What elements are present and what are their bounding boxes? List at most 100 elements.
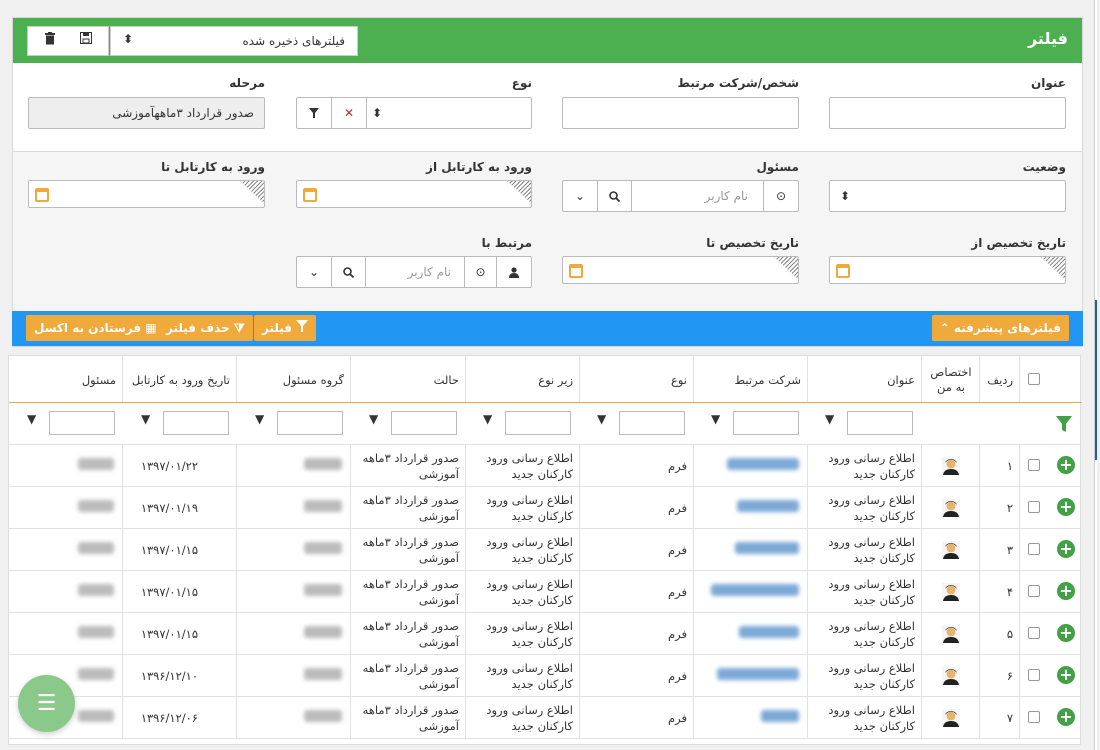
title-cell[interactable]: اطلاع رسانی ورود کارکنان جدید <box>807 487 921 529</box>
filter-type-input[interactable] <box>619 411 685 435</box>
select-all-checkbox[interactable] <box>1028 373 1040 385</box>
company-cell[interactable] <box>693 529 807 571</box>
row-checkbox[interactable] <box>1028 459 1040 471</box>
company-cell[interactable] <box>693 613 807 655</box>
funnel-icon[interactable]: ▼ <box>483 412 492 426</box>
company-cell[interactable] <box>693 445 807 487</box>
sort-arrows-icon: ⬍ <box>371 106 383 120</box>
table-row[interactable]: +۲ اطلاع رسانی ورود کارکنان جدید فرم اطلاع ر… <box>9 487 1082 529</box>
export-excel-button[interactable]: فرستادن به اکسل ▦ <box>26 315 165 341</box>
type-select[interactable]: ✕ ⬍ <box>296 97 532 129</box>
assign-from-date[interactable] <box>829 256 1066 284</box>
cartable-from-date[interactable] <box>296 180 532 208</box>
funnel-icon[interactable]: ▼ <box>255 412 264 426</box>
row-checkbox[interactable] <box>1028 501 1040 513</box>
company-cell[interactable] <box>693 655 807 697</box>
table-row[interactable]: +۳ اطلاع رسانی ورود کارکنان جدید فرم اطلاع ر… <box>9 529 1082 571</box>
funnel-icon[interactable]: ▼ <box>711 412 720 426</box>
title-cell[interactable]: اطلاع رسانی ورود کارکنان جدید <box>807 529 921 571</box>
remove-filter-button[interactable]: حذف فیلتر ⧩ <box>158 315 253 341</box>
company-cell[interactable] <box>693 697 807 739</box>
menu-fab[interactable]: ☰ <box>18 675 75 732</box>
filter-subtype-input[interactable] <box>505 411 571 435</box>
saved-filters-select[interactable]: فیلترهای ذخیره شده ⬍ <box>110 26 358 56</box>
calendar-icon[interactable] <box>569 264 583 278</box>
title-input[interactable] <box>829 97 1066 129</box>
calendar-icon[interactable] <box>35 188 49 202</box>
filter-button[interactable]: فیلتر <box>254 315 317 341</box>
clear-icon[interactable]: ✕ <box>332 98 367 128</box>
cartable-to-date[interactable] <box>28 180 265 208</box>
row-checkbox[interactable] <box>1028 585 1040 597</box>
row-checkbox[interactable] <box>1028 711 1040 723</box>
table-row[interactable]: +۱ اطلاع رسانی ورود کارکنان جدید فرم اطلاع ر… <box>9 445 1082 487</box>
header-type[interactable]: نوع <box>579 356 693 402</box>
calendar-icon[interactable] <box>303 188 317 202</box>
user-icon[interactable] <box>496 257 531 287</box>
row-checkbox[interactable] <box>1028 669 1040 681</box>
row-number: ۴ <box>1006 585 1013 599</box>
expand-plus-icon[interactable]: + <box>1057 498 1075 516</box>
header-title[interactable]: عنوان <box>807 356 921 402</box>
company-cell[interactable] <box>693 571 807 613</box>
funnel-icon[interactable]: ▼ <box>369 412 378 426</box>
sort-arrows-icon: ⬍ <box>840 189 851 203</box>
responsible-field[interactable]: ⌄ نام کاربر ⊙ <box>562 180 799 212</box>
title-cell[interactable]: اطلاع رسانی ورود کارکنان جدید <box>807 445 921 487</box>
table-row[interactable]: +۴ اطلاع رسانی ورود کارکنان جدید فرم اطلاع ر… <box>9 571 1082 613</box>
related-input[interactable] <box>562 97 799 129</box>
header-date[interactable]: تاریخ ورود به کارتابل <box>122 356 236 402</box>
filter-title-input[interactable] <box>847 411 913 435</box>
target-icon[interactable]: ⊙ <box>464 257 496 287</box>
filter-owner-input[interactable] <box>49 411 115 435</box>
funnel-icon[interactable]: ▼ <box>27 412 36 426</box>
search-icon[interactable] <box>598 181 632 211</box>
chevron-down-icon[interactable]: ⌄ <box>297 257 332 287</box>
header-owner[interactable]: مسئول <box>9 356 122 402</box>
save-icon[interactable] <box>76 32 96 52</box>
filter-company-input[interactable] <box>733 411 799 435</box>
search-icon[interactable] <box>332 257 366 287</box>
target-icon[interactable]: ⊙ <box>763 181 798 211</box>
title-cell[interactable]: اطلاع رسانی ورود کارکنان جدید <box>807 655 921 697</box>
trash-icon[interactable] <box>40 32 60 52</box>
subtype-line-1: اطلاع رسانی ورود <box>486 661 573 675</box>
company-cell[interactable] <box>693 487 807 529</box>
table-row[interactable]: +۵ اطلاع رسانی ورود کارکنان جدید فرم اطلاع ر… <box>9 613 1082 655</box>
funnel-icon[interactable] <box>297 98 332 128</box>
header-group[interactable]: گروه مسئول <box>236 356 350 402</box>
advanced-filters-button[interactable]: ⌃ فیلترهای پیشرفته <box>931 315 1069 341</box>
filter-state-input[interactable] <box>391 411 457 435</box>
chevron-down-icon[interactable]: ⌄ <box>563 181 598 211</box>
header-subtype[interactable]: زیر نوع <box>465 356 579 402</box>
calendar-icon[interactable] <box>836 264 850 278</box>
row-checkbox[interactable] <box>1028 627 1040 639</box>
expand-plus-icon[interactable]: + <box>1057 456 1075 474</box>
funnel-icon[interactable]: ▼ <box>825 412 834 426</box>
expand-plus-icon[interactable]: + <box>1057 624 1075 642</box>
user-placeholder: نام کاربر <box>704 189 748 203</box>
table-row[interactable]: +۷ اطلاع رسانی ورود کارکنان جدید فرم اطلاع ر… <box>9 697 1082 739</box>
status-select[interactable]: ⬍ <box>829 180 1066 212</box>
group-cell <box>236 613 350 655</box>
header-state[interactable]: حالت <box>350 356 465 402</box>
table-row[interactable]: +۶ اطلاع رسانی ورود کارکنان جدید فرم اطلاع ر… <box>9 655 1082 697</box>
scroll-edge[interactable] <box>1094 0 1097 750</box>
expand-plus-icon[interactable]: + <box>1057 708 1075 726</box>
title-cell[interactable]: اطلاع رسانی ورود کارکنان جدید <box>807 697 921 739</box>
header-company[interactable]: شرکت مرتبط <box>693 356 807 402</box>
related-with-field[interactable]: ⌄ نام کاربر ⊙ <box>296 256 532 288</box>
title-cell[interactable]: اطلاع رسانی ورود کارکنان جدید <box>807 613 921 655</box>
expand-plus-icon[interactable]: + <box>1057 540 1075 558</box>
filter-date-input[interactable] <box>163 411 229 435</box>
funnel-icon[interactable]: ▼ <box>597 412 606 426</box>
expand-plus-icon[interactable]: + <box>1057 666 1075 684</box>
scroll-thumb[interactable] <box>1095 300 1097 460</box>
funnel-icon[interactable]: ▼ <box>141 412 150 426</box>
title-cell[interactable]: اطلاع رسانی ورود کارکنان جدید <box>807 571 921 613</box>
funnel-icon[interactable] <box>1056 416 1072 432</box>
assign-to-date[interactable] <box>562 256 799 284</box>
filter-group-input[interactable] <box>277 411 343 435</box>
row-checkbox[interactable] <box>1028 543 1040 555</box>
expand-plus-icon[interactable]: + <box>1057 582 1075 600</box>
